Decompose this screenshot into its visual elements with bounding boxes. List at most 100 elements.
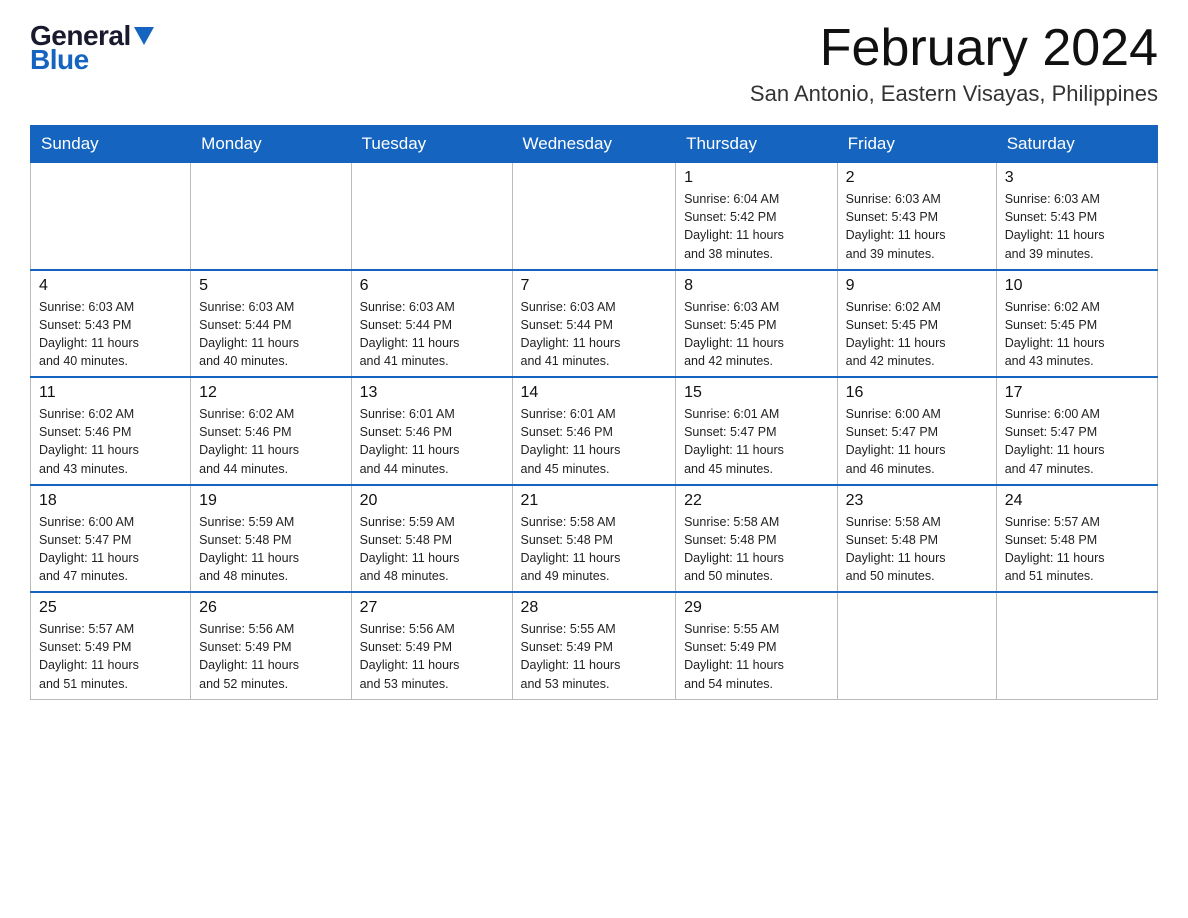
day-number: 1 — [684, 169, 829, 187]
calendar-week-row: 1 Sunrise: 6:04 AM Sunset: 5:42 PM Daylig… — [31, 163, 1158, 270]
weekday-header-thursday: Thursday — [676, 126, 838, 163]
day-number: 18 — [39, 492, 182, 510]
day-number: 6 — [360, 277, 504, 295]
day-info: Sunrise: 5:56 AM Sunset: 5:49 PM Dayligh… — [199, 620, 342, 693]
weekday-header-friday: Friday — [837, 126, 996, 163]
calendar-cell: 28 Sunrise: 5:55 AM Sunset: 5:49 PM Dayli… — [512, 592, 676, 699]
day-number: 26 — [199, 599, 342, 617]
calendar-cell: 17 Sunrise: 6:00 AM Sunset: 5:47 PM Dayli… — [996, 377, 1157, 485]
day-number: 15 — [684, 384, 829, 402]
calendar-cell: 10Sunrise: 6:02 AM Sunset: 5:45 PM Dayli… — [996, 270, 1157, 378]
calendar-cell: 20Sunrise: 5:59 AM Sunset: 5:48 PM Dayli… — [351, 485, 512, 593]
day-info: Sunrise: 5:55 AM Sunset: 5:49 PM Dayligh… — [521, 620, 668, 693]
day-info: Sunrise: 6:01 AM Sunset: 5:46 PM Dayligh… — [521, 405, 668, 478]
day-number: 4 — [39, 277, 182, 295]
calendar-cell: 18 Sunrise: 6:00 AM Sunset: 5:47 PM Dayli… — [31, 485, 191, 593]
day-number: 22 — [684, 492, 829, 510]
weekday-header-tuesday: Tuesday — [351, 126, 512, 163]
calendar-cell — [996, 592, 1157, 699]
calendar-table: SundayMondayTuesdayWednesdayThursdayFrid… — [30, 125, 1158, 700]
day-info: Sunrise: 6:03 AM Sunset: 5:44 PM Dayligh… — [521, 298, 668, 371]
day-number: 23 — [846, 492, 988, 510]
logo-blue: Blue — [30, 44, 89, 76]
calendar-header-row: SundayMondayTuesdayWednesdayThursdayFrid… — [31, 126, 1158, 163]
day-number: 28 — [521, 599, 668, 617]
weekday-header-monday: Monday — [191, 126, 351, 163]
day-info: Sunrise: 5:55 AM Sunset: 5:49 PM Dayligh… — [684, 620, 829, 693]
title-block: February 2024 San Antonio, Eastern Visay… — [750, 20, 1158, 107]
calendar-cell: 8 Sunrise: 6:03 AM Sunset: 5:45 PM Daylig… — [676, 270, 838, 378]
day-number: 29 — [684, 599, 829, 617]
calendar-cell — [191, 163, 351, 270]
calendar-week-row: 25Sunrise: 5:57 AM Sunset: 5:49 PM Dayli… — [31, 592, 1158, 699]
day-number: 10 — [1005, 277, 1149, 295]
day-info: Sunrise: 6:04 AM Sunset: 5:42 PM Dayligh… — [684, 190, 829, 263]
day-info: Sunrise: 5:57 AM Sunset: 5:48 PM Dayligh… — [1005, 513, 1149, 586]
day-info: Sunrise: 6:02 AM Sunset: 5:46 PM Dayligh… — [199, 405, 342, 478]
calendar-cell: 14 Sunrise: 6:01 AM Sunset: 5:46 PM Dayli… — [512, 377, 676, 485]
location-title: San Antonio, Eastern Visayas, Philippine… — [750, 81, 1158, 107]
day-info: Sunrise: 5:58 AM Sunset: 5:48 PM Dayligh… — [684, 513, 829, 586]
day-info: Sunrise: 6:00 AM Sunset: 5:47 PM Dayligh… — [846, 405, 988, 478]
day-number: 2 — [846, 169, 988, 187]
page-header: General Blue February 2024 San Antonio, … — [30, 20, 1158, 107]
calendar-cell: 5 Sunrise: 6:03 AM Sunset: 5:44 PM Daylig… — [191, 270, 351, 378]
calendar-cell — [512, 163, 676, 270]
day-info: Sunrise: 6:00 AM Sunset: 5:47 PM Dayligh… — [1005, 405, 1149, 478]
day-info: Sunrise: 6:03 AM Sunset: 5:45 PM Dayligh… — [684, 298, 829, 371]
day-info: Sunrise: 6:03 AM Sunset: 5:43 PM Dayligh… — [39, 298, 182, 371]
day-info: Sunrise: 6:01 AM Sunset: 5:47 PM Dayligh… — [684, 405, 829, 478]
calendar-cell: 4 Sunrise: 6:03 AM Sunset: 5:43 PM Daylig… — [31, 270, 191, 378]
day-info: Sunrise: 6:03 AM Sunset: 5:44 PM Dayligh… — [360, 298, 504, 371]
calendar-cell: 23 Sunrise: 5:58 AM Sunset: 5:48 PM Dayli… — [837, 485, 996, 593]
calendar-week-row: 4 Sunrise: 6:03 AM Sunset: 5:43 PM Daylig… — [31, 270, 1158, 378]
calendar-cell: 3 Sunrise: 6:03 AM Sunset: 5:43 PM Daylig… — [996, 163, 1157, 270]
day-info: Sunrise: 6:01 AM Sunset: 5:46 PM Dayligh… — [360, 405, 504, 478]
day-number: 13 — [360, 384, 504, 402]
day-number: 17 — [1005, 384, 1149, 402]
calendar-cell: 13 Sunrise: 6:01 AM Sunset: 5:46 PM Dayli… — [351, 377, 512, 485]
day-number: 16 — [846, 384, 988, 402]
day-number: 19 — [199, 492, 342, 510]
calendar-cell: 1 Sunrise: 6:04 AM Sunset: 5:42 PM Daylig… — [676, 163, 838, 270]
calendar-cell: 6 Sunrise: 6:03 AM Sunset: 5:44 PM Daylig… — [351, 270, 512, 378]
day-info: Sunrise: 6:03 AM Sunset: 5:43 PM Dayligh… — [846, 190, 988, 263]
day-info: Sunrise: 5:57 AM Sunset: 5:49 PM Dayligh… — [39, 620, 182, 693]
day-info: Sunrise: 5:59 AM Sunset: 5:48 PM Dayligh… — [360, 513, 504, 586]
calendar-cell: 7Sunrise: 6:03 AM Sunset: 5:44 PM Daylig… — [512, 270, 676, 378]
calendar-cell: 25Sunrise: 5:57 AM Sunset: 5:49 PM Dayli… — [31, 592, 191, 699]
day-info: Sunrise: 6:03 AM Sunset: 5:44 PM Dayligh… — [199, 298, 342, 371]
day-number: 14 — [521, 384, 668, 402]
calendar-cell: 12 Sunrise: 6:02 AM Sunset: 5:46 PM Dayli… — [191, 377, 351, 485]
day-number: 12 — [199, 384, 342, 402]
weekday-header-sunday: Sunday — [31, 126, 191, 163]
day-info: Sunrise: 5:58 AM Sunset: 5:48 PM Dayligh… — [521, 513, 668, 586]
day-info: Sunrise: 6:00 AM Sunset: 5:47 PM Dayligh… — [39, 513, 182, 586]
day-info: Sunrise: 5:58 AM Sunset: 5:48 PM Dayligh… — [846, 513, 988, 586]
weekday-header-saturday: Saturday — [996, 126, 1157, 163]
day-number: 9 — [846, 277, 988, 295]
logo: General Blue — [30, 20, 154, 76]
day-number: 8 — [684, 277, 829, 295]
calendar-cell: 9 Sunrise: 6:02 AM Sunset: 5:45 PM Daylig… — [837, 270, 996, 378]
calendar-cell: 21Sunrise: 5:58 AM Sunset: 5:48 PM Dayli… — [512, 485, 676, 593]
calendar-cell: 16 Sunrise: 6:00 AM Sunset: 5:47 PM Dayli… — [837, 377, 996, 485]
day-number: 3 — [1005, 169, 1149, 187]
calendar-cell: 26 Sunrise: 5:56 AM Sunset: 5:49 PM Dayli… — [191, 592, 351, 699]
day-number: 5 — [199, 277, 342, 295]
day-info: Sunrise: 5:56 AM Sunset: 5:49 PM Dayligh… — [360, 620, 504, 693]
calendar-cell — [351, 163, 512, 270]
calendar-cell: 11Sunrise: 6:02 AM Sunset: 5:46 PM Dayli… — [31, 377, 191, 485]
calendar-cell — [837, 592, 996, 699]
day-number: 11 — [39, 384, 182, 402]
calendar-cell: 2 Sunrise: 6:03 AM Sunset: 5:43 PM Daylig… — [837, 163, 996, 270]
day-info: Sunrise: 5:59 AM Sunset: 5:48 PM Dayligh… — [199, 513, 342, 586]
day-number: 27 — [360, 599, 504, 617]
day-number: 24 — [1005, 492, 1149, 510]
day-info: Sunrise: 6:02 AM Sunset: 5:45 PM Dayligh… — [846, 298, 988, 371]
month-title: February 2024 — [750, 20, 1158, 77]
logo-triangle-icon — [134, 27, 154, 47]
calendar-cell: 24 Sunrise: 5:57 AM Sunset: 5:48 PM Dayli… — [996, 485, 1157, 593]
calendar-cell — [31, 163, 191, 270]
day-info: Sunrise: 6:03 AM Sunset: 5:43 PM Dayligh… — [1005, 190, 1149, 263]
